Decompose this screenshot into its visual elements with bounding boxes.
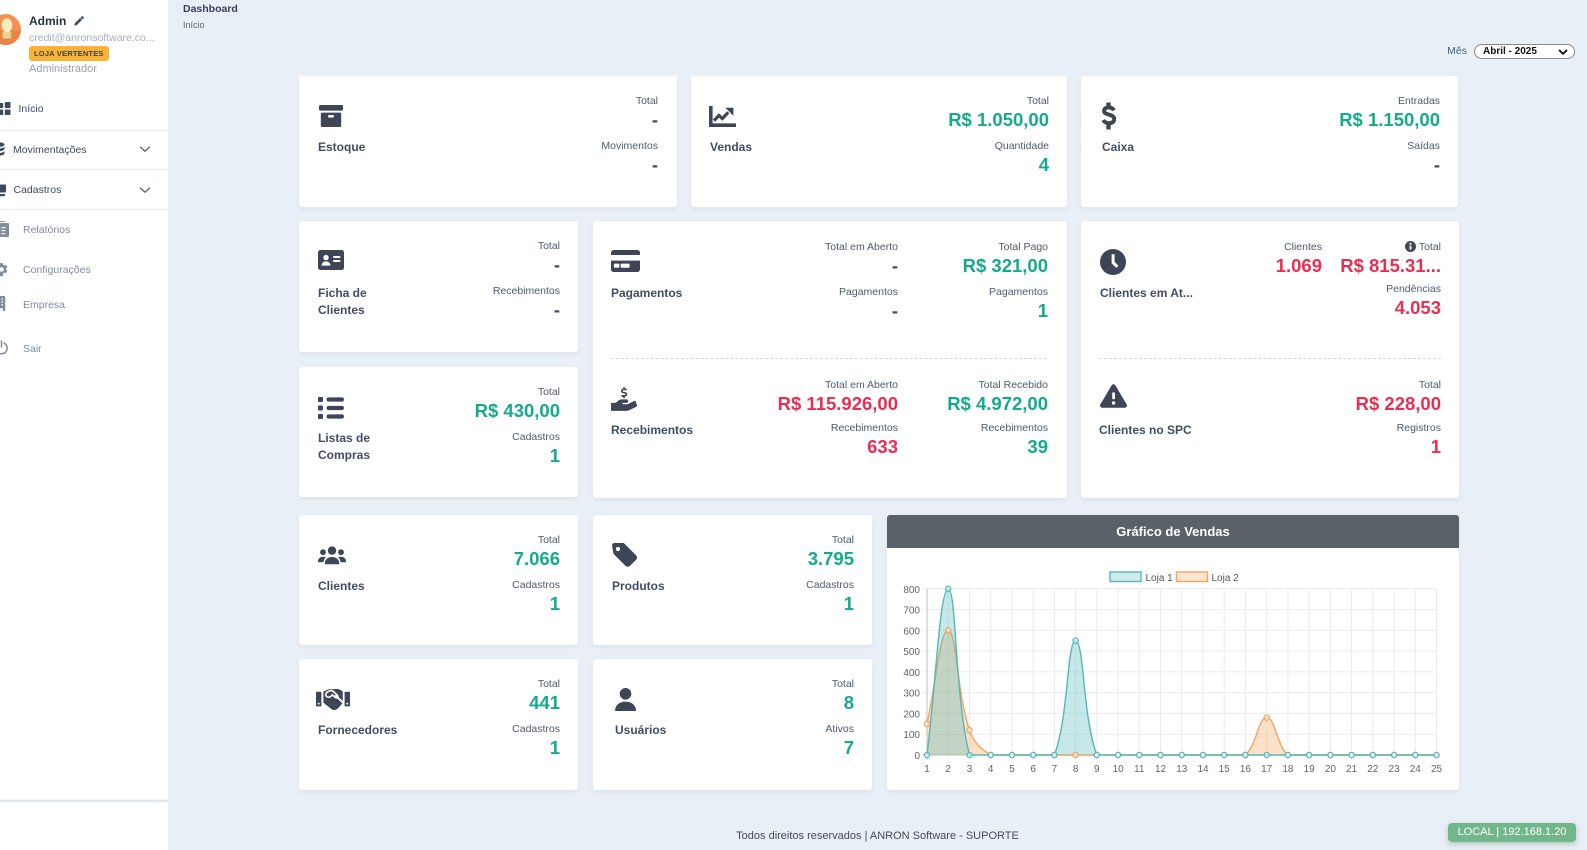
svg-text:5: 5 <box>1009 764 1015 775</box>
svg-text:600: 600 <box>903 626 920 637</box>
svg-text:11: 11 <box>1134 764 1145 775</box>
svg-text:Loja 2: Loja 2 <box>1212 573 1240 584</box>
svg-text:12: 12 <box>1155 764 1167 775</box>
svg-text:16: 16 <box>1240 764 1252 775</box>
svg-text:20: 20 <box>1325 764 1337 775</box>
svg-text:2: 2 <box>945 764 951 775</box>
svg-text:23: 23 <box>1389 764 1401 775</box>
svg-text:21: 21 <box>1346 764 1358 775</box>
svg-text:Loja 1: Loja 1 <box>1146 573 1174 584</box>
svg-text:15: 15 <box>1219 764 1231 775</box>
svg-text:13: 13 <box>1176 764 1188 775</box>
svg-text:0: 0 <box>914 751 920 762</box>
svg-text:17: 17 <box>1261 764 1273 775</box>
svg-text:7: 7 <box>1052 764 1058 775</box>
svg-text:8: 8 <box>1073 764 1079 775</box>
svg-text:4: 4 <box>988 764 994 775</box>
svg-text:9: 9 <box>1094 764 1100 775</box>
svg-text:500: 500 <box>903 647 920 658</box>
svg-text:22: 22 <box>1367 764 1379 775</box>
svg-text:10: 10 <box>1113 764 1125 775</box>
svg-text:24: 24 <box>1410 764 1422 775</box>
svg-text:3: 3 <box>967 764 973 775</box>
svg-text:800: 800 <box>903 585 920 596</box>
svg-text:19: 19 <box>1304 764 1316 775</box>
svg-text:400: 400 <box>903 668 920 679</box>
svg-text:300: 300 <box>903 689 920 700</box>
svg-text:200: 200 <box>903 709 920 720</box>
svg-text:18: 18 <box>1282 764 1294 775</box>
svg-text:100: 100 <box>903 730 920 741</box>
svg-text:700: 700 <box>903 606 920 617</box>
svg-text:14: 14 <box>1197 764 1209 775</box>
svg-text:6: 6 <box>1030 764 1036 775</box>
svg-text:25: 25 <box>1431 764 1443 775</box>
svg-text:1: 1 <box>924 764 930 775</box>
